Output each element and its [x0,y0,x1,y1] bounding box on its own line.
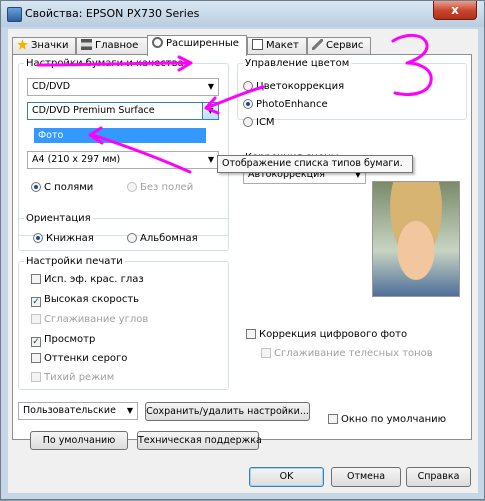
paper-type-value: CD/DVD Premium Surface [32,105,155,116]
checkmark-icon: ✓ [31,337,41,347]
radio-label: ICM [256,117,275,128]
radio-label: С полями [44,182,94,193]
window-title: Свойства: EPSON PX730 Series [25,7,200,20]
preset-value: Пользовательские [23,405,116,416]
radio-circle [243,117,253,127]
with-borders-radio[interactable]: С полями [31,181,93,194]
radio-label: Альбомная [140,233,198,244]
radio-circle [127,182,137,192]
radio-label: Книжная [46,233,94,244]
tab-shortcuts[interactable]: Значки [12,37,76,54]
checkbox-label: Окно по умолчанию [341,414,447,425]
title-bar: Свойства: EPSON PX730 Series x [1,1,484,27]
tab-label: Главное [95,40,139,51]
red-eye-checkbox[interactable]: Исп. эф. крас. глаз [31,273,144,286]
paper-size-value: A4 (210 x 297 мм) [32,154,121,165]
orientation-legend: Ориентация [26,213,91,224]
dialog-client: Значки Главное Расширенные Макет Сервис … [8,29,478,493]
printer-properties-window: Свойства: EPSON PX730 Series x Значки Гл… [0,0,485,500]
checkbox-label: Тихий режим [44,372,115,383]
tech-support-button[interactable]: Техническая поддержка [137,431,262,450]
paper-quality-option[interactable]: Фото [34,128,206,143]
checkmark-icon: ✓ [31,297,41,307]
checkbox-label: Оттенки серого [44,353,128,364]
tab-label: Значки [31,40,69,51]
radio-circle [31,182,41,192]
color-correction-radio[interactable]: Цветокоррекция [243,80,344,93]
grayscale-checkbox[interactable]: Оттенки серого [31,352,127,365]
quiet-mode-checkbox: Тихий режим [31,371,114,384]
checkbox-box [31,372,41,382]
checkbox-label: Сглаживание углов [44,314,149,325]
checkbox-label: Сглаживание телесных тонов [274,348,433,359]
paper-size-select[interactable]: A4 (210 x 297 мм) ▼ [27,151,219,169]
digital-photo-correction-checkbox[interactable]: Коррекция цифрового фото [246,328,407,341]
checkbox-box [31,353,41,363]
radio-label: Без полей [140,182,194,193]
dropdown-arrow-icon: ▼ [207,82,214,91]
radio-label: Цветокоррекция [256,81,345,92]
checkbox-box [328,414,338,424]
preview-checkbox[interactable]: ✓ Просмотр [31,333,95,347]
radio-circle [243,81,253,91]
print-settings-legend: Настройки печати [26,256,123,267]
help-button[interactable]: Справка [406,467,471,487]
printer-small-icon [81,39,92,50]
checkbox-box [31,274,41,284]
tab-layout[interactable]: Макет [247,37,307,54]
radio-circle [127,233,137,243]
tab-label: Расширенные [166,38,239,49]
paper-type-tooltip: Отображение списка типов бумаги. [217,155,413,173]
checkbox-label: Коррекция цифрового фото [259,329,408,340]
high-speed-checkbox[interactable]: ✓ Высокая скорость [31,293,139,307]
dropdown-arrow-icon[interactable]: ▼ [202,103,218,119]
checkbox-label: Высокая скорость [44,294,140,305]
preset-select[interactable]: Пользовательские ▼ [18,402,138,420]
paper-quality-legend: Настройки бумаги и качества [26,58,184,69]
printer-icon [7,7,22,22]
tab-advanced[interactable]: Расширенные [147,35,247,56]
save-delete-settings-button[interactable]: Сохранить/удалить настройки... [145,402,310,421]
skin-tone-smoothing-checkbox: Сглаживание телесных тонов [261,347,433,360]
ok-button[interactable]: OK [249,467,324,487]
radio-circle [243,99,253,109]
checkbox-label: Исп. эф. крас. глаз [44,274,144,285]
checkbox-box [246,329,256,339]
borderless-radio: Без полей [127,181,193,194]
photoenhance-radio[interactable]: PhotoEnhance [243,98,328,111]
landscape-radio[interactable]: Альбомная [127,232,198,245]
tab-label: Макет [266,40,299,51]
paper-type-select[interactable]: CD/DVD Premium Surface ▼ [27,102,219,120]
page-icon [252,39,263,50]
show-default-checkbox[interactable]: Окно по умолчанию [328,413,446,426]
cancel-button[interactable]: Отмена [331,467,401,487]
defaults-button[interactable]: По умолчанию [30,431,128,450]
edge-smoothing-checkbox: Сглаживание углов [31,313,148,326]
star-icon [17,39,28,50]
paper-source-select[interactable]: CD/DVD ▼ [27,78,219,96]
gears-icon [152,37,163,48]
radio-circle [33,233,43,243]
portrait-radio[interactable]: Книжная [33,232,94,245]
radio-label: PhotoEnhance [256,99,328,110]
tab-main[interactable]: Главное [76,37,148,54]
tab-service[interactable]: Сервис [307,37,371,54]
preview-photo-image [372,181,460,297]
tab-label: Сервис [326,40,364,51]
checkbox-box [31,314,41,324]
close-button[interactable]: x [433,1,477,20]
icm-radio[interactable]: ICM [243,116,275,129]
color-management-legend: Управление цветом [245,58,350,69]
dropdown-arrow-icon: ▼ [126,406,133,415]
checkbox-label: Просмотр [44,334,96,345]
paper-source-value: CD/DVD [32,81,71,92]
wrench-icon [312,39,323,50]
dropdown-arrow-icon: ▼ [207,155,214,164]
checkbox-box [261,348,271,358]
